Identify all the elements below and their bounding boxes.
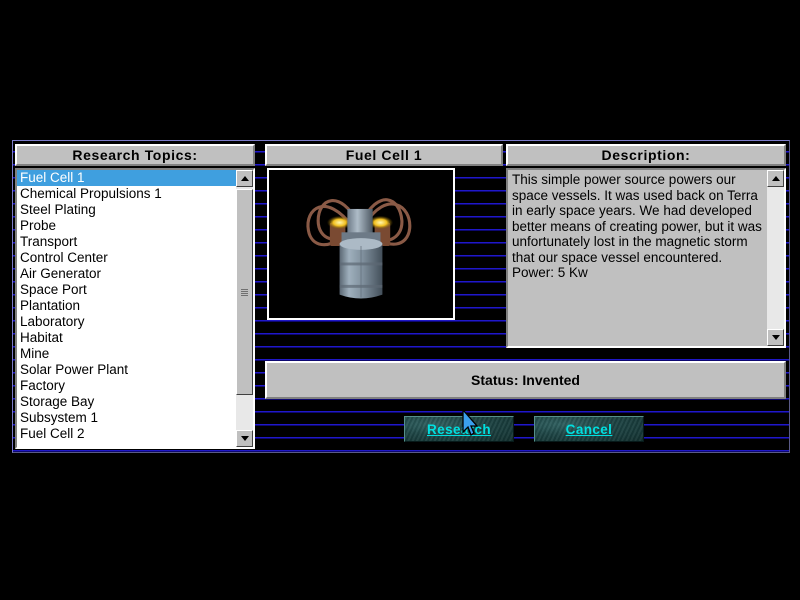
research-topics-header: Research Topics: <box>15 144 255 166</box>
topic-list-item[interactable]: Mine <box>17 346 236 362</box>
description-scroll-down-button[interactable] <box>767 329 784 346</box>
triangle-down-icon <box>771 335 780 340</box>
game-screen: Research Topics: Fuel Cell 1 Chemical Pro… <box>0 0 800 600</box>
description-scroll-up-button[interactable] <box>767 170 784 187</box>
cancel-button[interactable]: Cancel <box>534 416 644 442</box>
topic-list-item[interactable]: Laboratory <box>17 314 236 330</box>
topic-list-item[interactable]: Control Center <box>17 250 236 266</box>
topics-scroll-track[interactable] <box>236 187 253 430</box>
topic-list-item[interactable]: Probe <box>17 218 236 234</box>
research-dialog: Research Topics: Fuel Cell 1 Chemical Pro… <box>12 140 790 453</box>
topic-list-item[interactable]: Fuel Cell 2 <box>17 426 236 442</box>
cancel-button-accel: C <box>565 421 576 437</box>
topic-list-item[interactable]: Chemical Propulsions 1 <box>17 186 236 202</box>
research-topics-listbox[interactable]: Fuel Cell 1 Chemical Propulsions 1 Steel P… <box>15 168 255 449</box>
topic-list-item[interactable]: Factory <box>17 378 236 394</box>
topic-list-item[interactable]: Transport <box>17 234 236 250</box>
description-scrollbar[interactable] <box>767 170 784 346</box>
description-box: This simple power source powers our spac… <box>506 168 786 348</box>
topic-list-item[interactable]: Space Port <box>17 282 236 298</box>
topic-list-item[interactable]: Solar Power Plant <box>17 362 236 378</box>
research-button[interactable]: Research <box>404 416 514 442</box>
topics-scroll-thumb[interactable] <box>236 189 253 395</box>
cancel-button-label: ancel <box>575 421 613 437</box>
triangle-up-icon <box>240 176 249 181</box>
topic-list-item[interactable]: Plantation <box>17 298 236 314</box>
research-button-label: esearch <box>437 421 491 437</box>
topic-list-item[interactable]: Air Generator <box>17 266 236 282</box>
topic-list-item[interactable]: Storage Bay <box>17 394 236 410</box>
topics-scroll-up-button[interactable] <box>236 170 253 187</box>
topics-scroll-down-button[interactable] <box>236 430 253 447</box>
research-button-accel: R <box>427 421 438 437</box>
topic-preview-frame <box>267 168 455 320</box>
topic-list-item[interactable]: Fuel Cell 1 <box>17 170 236 186</box>
description-header: Description: <box>506 144 786 166</box>
topic-list-item[interactable]: Habitat <box>17 330 236 346</box>
topic-list-item[interactable]: Subsystem 1 <box>17 410 236 426</box>
triangle-up-icon <box>771 176 780 181</box>
selected-topic-title: Fuel Cell 1 <box>265 144 503 166</box>
research-topics-items[interactable]: Fuel Cell 1 Chemical Propulsions 1 Steel P… <box>17 170 236 447</box>
description-scroll-track[interactable] <box>767 187 784 329</box>
fuel-cell-render-icon <box>269 170 453 318</box>
description-text: This simple power source powers our spac… <box>512 172 762 280</box>
topic-list-item[interactable]: Steel Plating <box>17 202 236 218</box>
status-bar: Status: Invented <box>265 361 786 399</box>
triangle-down-icon <box>240 436 249 441</box>
scrollbar-grip-icon <box>241 288 248 296</box>
topics-scrollbar[interactable] <box>236 170 253 447</box>
